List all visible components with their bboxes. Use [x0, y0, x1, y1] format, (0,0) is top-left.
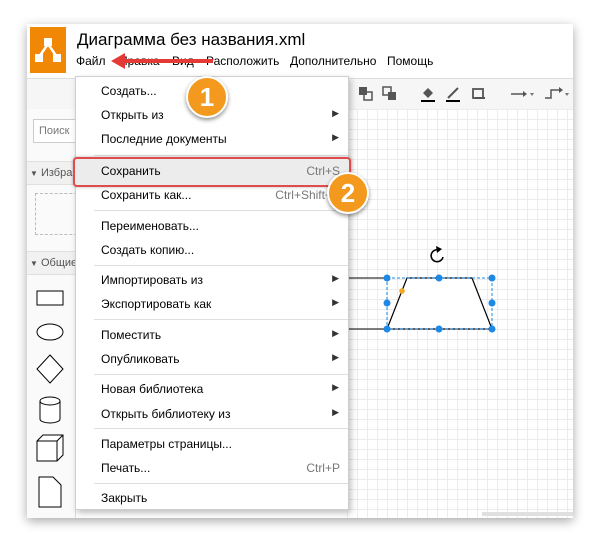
ellipse-shape-icon[interactable]: [36, 323, 64, 341]
title-bar: Диаграмма без названия.xml Файл Правка В…: [27, 24, 573, 78]
diamond-shape-icon[interactable]: [36, 354, 64, 384]
step-1-badge: 1: [186, 76, 228, 118]
submenu-arrow-icon: ▶: [332, 407, 339, 417]
menu-item-close[interactable]: Закрыть: [76, 488, 348, 508]
menu-item-open-library[interactable]: Открыть библиотеку из ▶: [76, 404, 348, 424]
diagram-logo-icon: [35, 38, 61, 62]
menu-separator: [94, 210, 348, 211]
step-2-badge: 2: [327, 172, 369, 214]
menu-separator: [94, 319, 348, 320]
shadow-icon[interactable]: [470, 85, 488, 103]
fill-color-icon[interactable]: [419, 85, 437, 103]
menu-item-make-copy[interactable]: Создать копию...: [76, 240, 348, 260]
note-shape-icon[interactable]: [38, 476, 62, 508]
menu-separator: [94, 265, 348, 266]
menu-file[interactable]: Файл: [76, 54, 106, 68]
rotate-handle-icon[interactable]: [430, 246, 444, 263]
section-favorites-label: Избранное: [40, 167, 75, 179]
menu-item-recent[interactable]: Последние документы ▶: [76, 129, 348, 149]
document-title[interactable]: Диаграмма без названия.xml: [77, 30, 305, 50]
menu-separator: [94, 428, 348, 429]
search-input[interactable]: Поиск: [33, 119, 75, 143]
submenu-arrow-icon: ▶: [332, 273, 339, 283]
section-general-label: Общие: [40, 257, 76, 269]
drawio-logo: [30, 27, 66, 73]
cylinder-shape-icon[interactable]: [39, 396, 61, 424]
submenu-arrow-icon: ▶: [332, 297, 339, 307]
menu-item-print[interactable]: Печать... Ctrl+P: [76, 458, 348, 478]
menu-help[interactable]: Помощь: [387, 54, 433, 68]
menu-item-rename[interactable]: Переименовать...: [76, 216, 348, 236]
menu-separator: [94, 374, 348, 375]
horizontal-scrollbar[interactable]: [482, 512, 573, 516]
menu-item-new-library[interactable]: Новая библиотека ▶: [76, 379, 348, 399]
trapezoid-shape[interactable]: [386, 277, 493, 330]
waypoints-icon[interactable]: [543, 85, 571, 103]
file-menu: Создать... Открыть из ▶ Последние докуме…: [73, 76, 351, 510]
submenu-arrow-icon: ▶: [332, 328, 339, 338]
connection-style-icon[interactable]: [509, 85, 535, 103]
section-favorites[interactable]: ▼ Избранное: [27, 161, 75, 185]
menu-item-import-from[interactable]: Импортировать из ▶: [76, 270, 348, 290]
section-general[interactable]: ▼ Общие: [27, 251, 75, 275]
rectangle-shape-icon[interactable]: [36, 290, 64, 306]
app-window: Диаграмма без названия.xml Файл Правка В…: [27, 24, 573, 518]
shape-palette: [36, 290, 64, 508]
menu-item-save-as[interactable]: Сохранить как... Ctrl+Shift+S: [76, 185, 348, 205]
menu-item-export-as[interactable]: Экспортировать как ▶: [76, 294, 348, 314]
chevron-down-icon: ▼: [30, 259, 38, 268]
to-front-icon[interactable]: [357, 85, 375, 103]
menu-separator: [94, 155, 348, 156]
menu-item-save[interactable]: Сохранить Ctrl+S: [73, 157, 351, 187]
submenu-arrow-icon: ▶: [332, 132, 339, 142]
shapes-sidebar: Поиск ▼ Избранное ▼ Общие: [27, 109, 76, 518]
to-back-icon[interactable]: [381, 85, 399, 103]
menu-item-publish[interactable]: Опубликовать ▶: [76, 349, 348, 369]
chevron-down-icon: ▼: [30, 169, 38, 178]
favorites-drop-area[interactable]: [35, 193, 75, 235]
submenu-arrow-icon: ▶: [332, 382, 339, 392]
menu-extras[interactable]: Дополнительно: [290, 54, 376, 68]
cube-shape-icon[interactable]: [36, 434, 64, 462]
submenu-arrow-icon: ▶: [332, 352, 339, 362]
pointer-arrow-icon: [111, 53, 213, 69]
diagram-canvas[interactable]: [347, 109, 573, 518]
menu-item-embed[interactable]: Поместить ▶: [76, 325, 348, 345]
line-color-icon[interactable]: [444, 85, 462, 103]
menu-separator: [94, 483, 348, 484]
submenu-arrow-icon: ▶: [332, 108, 339, 118]
shape-control-handle[interactable]: [399, 288, 405, 294]
menu-item-page-setup[interactable]: Параметры страницы...: [76, 434, 348, 454]
diagram-shapes: [347, 246, 496, 333]
